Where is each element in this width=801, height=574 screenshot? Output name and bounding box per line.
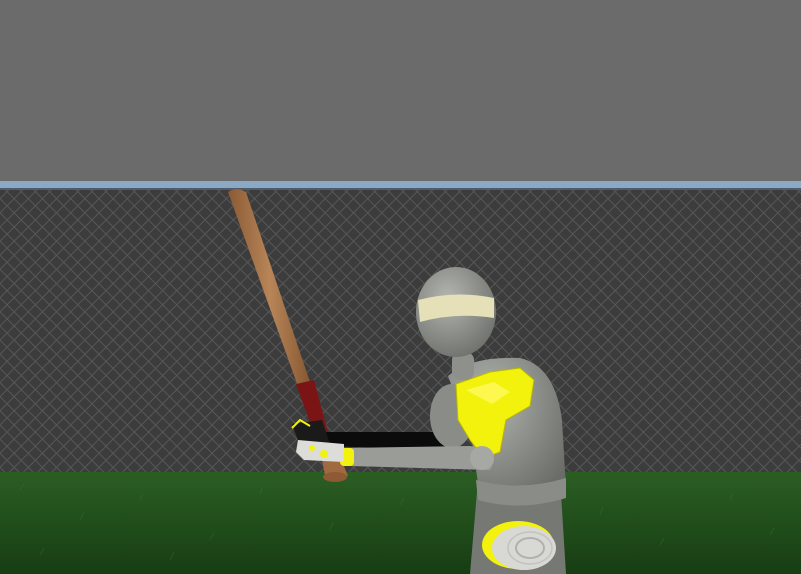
fence-rail xyxy=(0,181,801,188)
render-viewport xyxy=(0,0,801,574)
scene-canvas xyxy=(0,0,801,574)
backdrop xyxy=(0,0,801,186)
grass-field xyxy=(0,472,801,574)
